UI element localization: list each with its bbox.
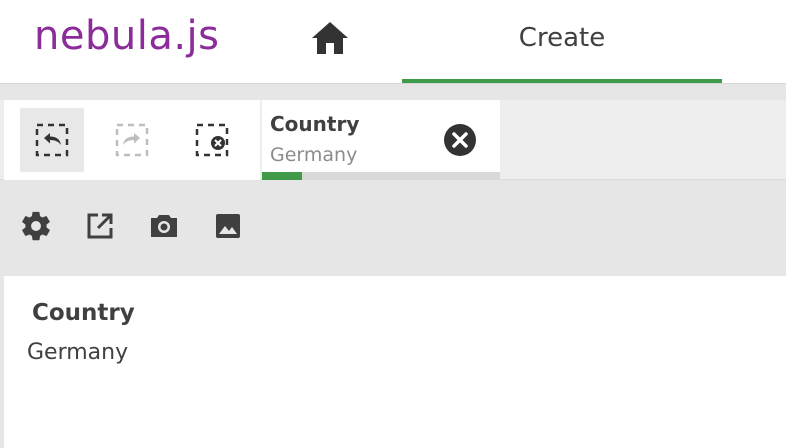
- home-button[interactable]: [308, 18, 352, 58]
- camera-icon: [151, 215, 177, 237]
- settings-icon: [22, 211, 50, 241]
- list-item[interactable]: Germany: [27, 340, 128, 365]
- selection-actions: [4, 100, 260, 180]
- selection-forward-button[interactable]: [100, 108, 164, 172]
- export-image-button[interactable]: [210, 208, 246, 244]
- selection-chip-country[interactable]: Country Germany: [262, 100, 500, 180]
- tab-create-label: Create: [518, 23, 606, 53]
- selection-back-icon: [35, 123, 69, 157]
- tab-create[interactable]: Create: [402, 0, 722, 84]
- listbox-panel: Country Germany: [4, 276, 786, 448]
- image-icon: [216, 214, 240, 238]
- panel-title: Country: [32, 300, 135, 326]
- snapshot-button[interactable]: [146, 208, 182, 244]
- open-external-icon: [87, 213, 113, 239]
- home-icon: [312, 22, 348, 54]
- selection-forward-icon: [115, 123, 149, 157]
- object-toolbar: [0, 196, 786, 260]
- selections-bar: Country Germany: [0, 100, 786, 180]
- chip-field-name: Country: [270, 112, 360, 136]
- selection-back-button[interactable]: [20, 108, 84, 172]
- chip-field-value: Germany: [270, 144, 358, 166]
- selection-state-fill: [262, 172, 303, 180]
- top-bar: nebula.js Create: [0, 0, 786, 84]
- selection-clear-icon: [195, 123, 229, 157]
- tab-active-indicator: [402, 79, 722, 83]
- selection-state-bar: [262, 172, 500, 180]
- selection-clear-button[interactable]: [180, 108, 244, 172]
- close-icon[interactable]: [444, 124, 476, 156]
- nebula-logo[interactable]: nebula.js: [34, 8, 220, 64]
- open-external-button[interactable]: [82, 208, 118, 244]
- settings-button[interactable]: [18, 208, 54, 244]
